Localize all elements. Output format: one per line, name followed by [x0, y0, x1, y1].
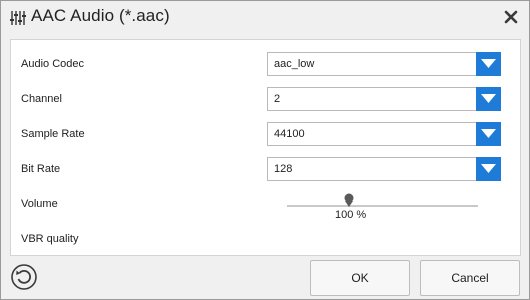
chevron-down-icon	[481, 59, 496, 68]
chevron-down-icon	[481, 129, 496, 138]
sample-rate-select[interactable]: 44100	[267, 122, 501, 146]
bit-rate-value: 128	[274, 163, 293, 175]
audio-codec-dropdown-arrow[interactable]	[476, 52, 501, 76]
channel-value: 2	[274, 93, 281, 105]
bit-rate-select[interactable]: 128	[267, 157, 501, 181]
channel-dropdown-arrow[interactable]	[476, 87, 501, 111]
bit-rate-label: Bit Rate	[21, 163, 61, 175]
volume-label: Volume	[21, 198, 58, 210]
channel-label: Channel	[21, 93, 62, 105]
sample-rate-value: 44100	[274, 128, 305, 140]
settings-panel: Audio Codec aac_low Channel 2 Sample Rat…	[10, 39, 521, 256]
dialog-title: AAC Audio (*.aac)	[31, 6, 170, 25]
chevron-down-icon	[481, 164, 496, 173]
chevron-down-icon	[481, 94, 496, 103]
volume-value: 100 %	[335, 209, 367, 221]
volume-slider-thumb[interactable]	[343, 193, 355, 209]
vbr-quality-label: VBR quality	[21, 233, 79, 245]
sample-rate-label: Sample Rate	[21, 128, 85, 140]
reset-icon[interactable]	[10, 263, 38, 291]
channel-select[interactable]: 2	[267, 87, 501, 111]
bit-rate-dropdown-arrow[interactable]	[476, 157, 501, 181]
cancel-button[interactable]: Cancel	[420, 260, 520, 296]
audio-codec-select[interactable]: aac_low	[267, 52, 501, 76]
audio-codec-label: Audio Codec	[21, 58, 84, 70]
title-bar: AAC Audio (*.aac)	[1, 1, 529, 35]
ok-button[interactable]: OK	[310, 260, 410, 296]
close-icon[interactable]	[503, 9, 519, 25]
volume-slider-track[interactable]	[287, 205, 478, 207]
audio-codec-value: aac_low	[274, 58, 315, 70]
dialog-window: AAC Audio (*.aac) Audio Codec aac_low Ch…	[0, 0, 530, 300]
equalizer-icon	[10, 10, 27, 26]
sample-rate-dropdown-arrow[interactable]	[476, 122, 501, 146]
